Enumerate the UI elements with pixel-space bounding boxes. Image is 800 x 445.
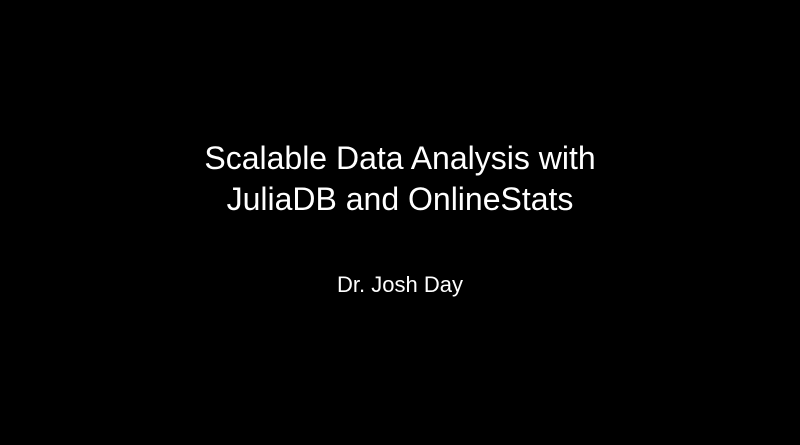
presentation-slide: Scalable Data Analysis with JuliaDB and …	[0, 0, 800, 445]
slide-author: Dr. Josh Day	[337, 272, 463, 297]
slide-title-line-2: JuliaDB and OnlineStats	[226, 181, 574, 217]
slide-title-line-1: Scalable Data Analysis with	[204, 140, 596, 176]
slide-title: Scalable Data Analysis with JuliaDB and …	[0, 138, 800, 220]
